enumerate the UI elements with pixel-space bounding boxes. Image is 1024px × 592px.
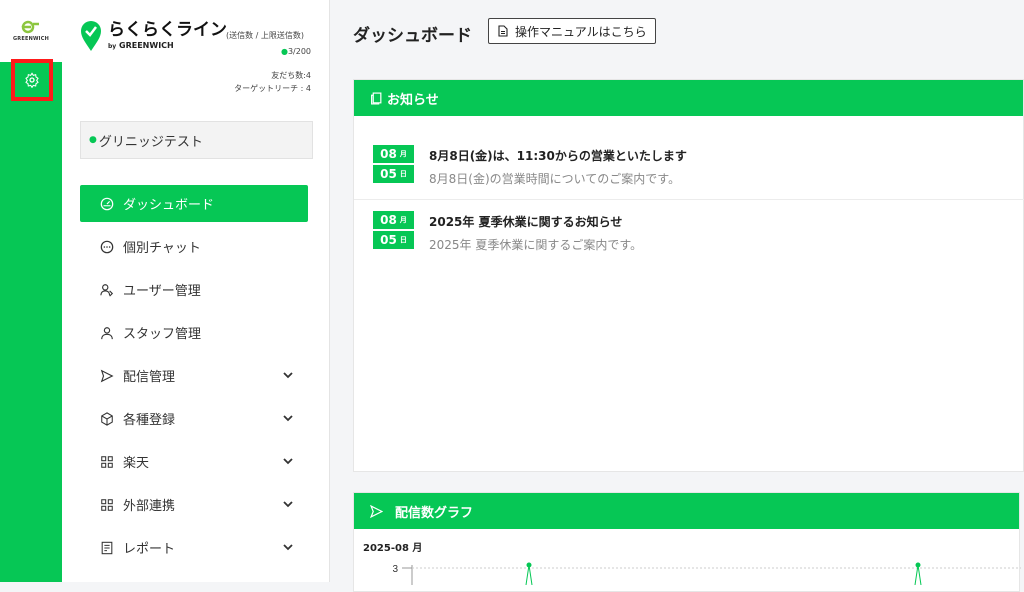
news-day-value: 05 [380, 167, 397, 181]
sidebar-item-label: 外部連携 [123, 499, 176, 514]
news-item-desc: 8月8日(金)の営業時間についてのご案内です。 [429, 172, 681, 186]
chevron-down-icon [283, 544, 293, 551]
gauge-icon [100, 197, 114, 210]
app-rail: GREENWICH [0, 0, 62, 582]
graph-plot: 3 [392, 562, 1021, 585]
news-item[interactable]: 08 月 05 日 2025年 夏季休業に関するお知らせ 2025年 夏季休業に関す… [354, 199, 1024, 264]
news-month: 08 月 [373, 211, 414, 229]
chat-icon [100, 240, 114, 253]
document-icon [498, 25, 508, 37]
sidebar-nav: ダッシュボード 個別チャット ユーザー管理 スタッフ管理 配信管理 各種登録 楽… [80, 185, 308, 572]
news-month-value: 08 [380, 147, 397, 161]
news-date: 08 月 05 日 [373, 145, 414, 183]
manual-button-label: 操作マニュアルはこちら [515, 24, 647, 39]
news-item-title[interactable]: 2025年 夏季休業に関するお知らせ [429, 213, 622, 230]
graph-title: 配信数グラフ [395, 505, 474, 521]
chevron-down-icon [283, 372, 293, 379]
graph-card: 配信数グラフ 2025-08 月 3 [353, 492, 1021, 592]
graph-header: 配信数グラフ [354, 493, 1019, 529]
account-status-dot-icon: ● [89, 135, 97, 145]
news-header: お知らせ [354, 80, 1023, 116]
brand-name: らくらくライン [108, 20, 227, 40]
sidebar-item-label: 各種登録 [123, 413, 176, 428]
grid-icon [101, 498, 113, 511]
news-day-unit: 日 [399, 170, 407, 178]
cube-icon [101, 411, 113, 426]
sidebar-item-label: スタッフ管理 [123, 327, 202, 342]
sidebar-item-user-management[interactable]: ユーザー管理 [80, 271, 308, 308]
rail-logo-text: GREENWICH [13, 36, 49, 42]
news-item[interactable]: 08 月 05 日 8月8日(金)は、11:30からの営業といたします 8月8日(金… [354, 134, 1024, 199]
gear-icon [25, 72, 39, 88]
graph-month: 2025-08 月 [363, 543, 423, 554]
sidebar-item-label: レポート [123, 542, 176, 557]
news-month-value: 08 [380, 213, 397, 227]
chevron-down-icon [283, 415, 293, 422]
target-reach: ターゲットリーチ : 4 [234, 84, 311, 93]
news-date: 08 月 05 日 [373, 211, 414, 249]
account-name: グリニッジテスト [98, 134, 203, 150]
news-item-title[interactable]: 8月8日(金)は、11:30からの営業といたします [429, 147, 687, 164]
send-count-label: (送信数 / 上限送信数) [226, 31, 305, 40]
send-icon [370, 504, 383, 518]
brand-company: by GREENWICH [108, 41, 227, 50]
sidebar-item-dashboard[interactable]: ダッシュボード [80, 185, 308, 222]
sidebar-item-label: 楽天 [123, 456, 150, 471]
news-day-value: 05 [380, 233, 397, 247]
sidebar-item-rakuten[interactable]: 楽天 [80, 443, 308, 480]
pin-logo-icon [81, 21, 101, 51]
brand-company-name: GREENWICH [119, 41, 174, 50]
news-day: 05 日 [373, 231, 414, 249]
page-title: ダッシュボード [353, 26, 472, 46]
brand-by: by [108, 43, 117, 50]
brand-logo[interactable]: らくらくライン by GREENWICH [80, 20, 227, 52]
y-tick-label: 3 [392, 564, 398, 575]
greenwich-logo-icon [21, 20, 39, 34]
news-month: 08 月 [373, 145, 414, 163]
report-icon [101, 541, 113, 554]
grid-icon [101, 455, 113, 468]
data-point[interactable] [526, 562, 532, 568]
sidebar: らくらくライン by GREENWICH (送信数 / 上限送信数) ●3/20… [62, 0, 330, 582]
sidebar-item-external-integration[interactable]: 外部連携 [80, 486, 308, 523]
sidebar-item-label: ユーザー管理 [123, 284, 201, 299]
sidebar-item-delivery-management[interactable]: 配信管理 [80, 357, 308, 394]
account-selector[interactable]: ● グリニッジテスト [80, 121, 313, 159]
sidebar-item-registrations[interactable]: 各種登録 [80, 400, 308, 437]
send-count-value: 3/200 [287, 47, 311, 56]
main-content: ダッシュボード 操作マニュアルはこちら お知らせ 08 月 05 日 8月8日(金)… [331, 0, 1024, 592]
news-day: 05 日 [373, 165, 414, 183]
send-count: ●3/200 [281, 47, 311, 56]
sidebar-item-staff-management[interactable]: スタッフ管理 [80, 314, 308, 351]
sidebar-item-label: 配信管理 [123, 370, 176, 385]
sidebar-item-label: ダッシュボード [123, 198, 215, 213]
user-icon [101, 326, 113, 339]
sidebar-item-report[interactable]: レポート [80, 529, 308, 566]
send-icon [100, 369, 114, 382]
data-point[interactable] [915, 562, 921, 568]
news-day-unit: 日 [399, 236, 407, 244]
news-month-unit: 月 [399, 150, 407, 158]
sidebar-item-label: 個別チャット [123, 241, 201, 256]
manual-button[interactable]: 操作マニュアルはこちら [488, 18, 656, 44]
chevron-down-icon [283, 458, 293, 465]
greenwich-logo[interactable]: GREENWICH [0, 0, 62, 62]
settings-button[interactable] [11, 59, 53, 101]
news-card: お知らせ 08 月 05 日 8月8日(金)は、11:30からの営業といたします 8… [353, 79, 1024, 472]
news-title: お知らせ [387, 92, 439, 108]
friends-count: 友だち数:4 [271, 71, 311, 80]
sidebar-item-individual-chat[interactable]: 個別チャット [80, 228, 308, 265]
series-spike [525, 564, 533, 585]
news-month-unit: 月 [399, 216, 407, 224]
users-icon [100, 283, 114, 297]
news-item-desc: 2025年 夏季休業に関するご案内です。 [429, 238, 643, 252]
chevron-down-icon [283, 501, 293, 508]
status-dot-icon: ● [280, 47, 288, 56]
copy-icon [371, 91, 382, 105]
